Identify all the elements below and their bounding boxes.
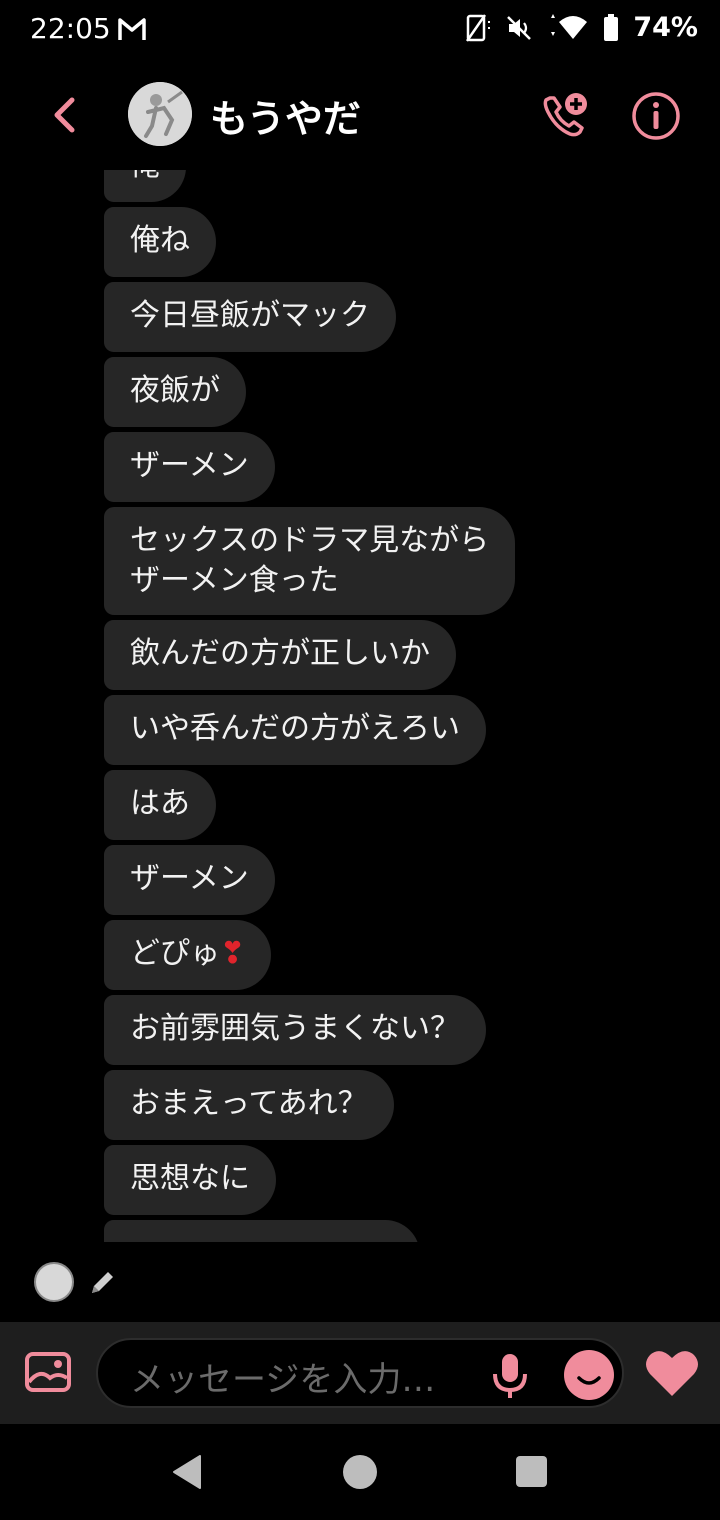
typing-avatar [34, 1262, 74, 1302]
message-bubble[interactable]: はあ [104, 770, 216, 840]
message-bubble[interactable]: ザーメン [104, 432, 275, 502]
message-bubble[interactable]: ザーメン [104, 845, 275, 915]
smile-icon [577, 1376, 601, 1385]
pencil-icon [92, 1272, 113, 1293]
heart-icon[interactable] [644, 1348, 700, 1398]
mute-icon [507, 15, 532, 40]
status-time: 22:05 [30, 12, 111, 45]
message-text: どぴゅ [130, 936, 220, 971]
message-bubble[interactable]: 今日昼飯がマック [104, 282, 396, 352]
message-bubble[interactable] [104, 1220, 420, 1242]
nav-recents-icon[interactable] [516, 1456, 547, 1487]
gallery-icon[interactable] [24, 1350, 72, 1394]
battery-percent: 74% [633, 12, 698, 43]
avatar[interactable] [128, 82, 192, 146]
nav-back-icon[interactable] [170, 1454, 204, 1490]
message-bubble[interactable]: 俺 [104, 170, 186, 202]
svg-text:4: 4 [575, 32, 581, 42]
message-bubble[interactable]: どぴゅ❣ [104, 920, 272, 990]
heart-emoji: ❣ [220, 936, 246, 971]
system-nav-bar [0, 1424, 720, 1520]
message-bubble[interactable]: 俺ね [104, 207, 216, 277]
composer: メッセージを入力… [0, 1322, 720, 1424]
mic-icon[interactable] [490, 1352, 530, 1400]
wifi-icon: 4 [551, 13, 588, 42]
typing-indicator [34, 1262, 118, 1302]
sticker-icon[interactable] [564, 1350, 614, 1400]
gmail-icon [118, 18, 146, 40]
battery-icon [604, 13, 619, 41]
nav-home-icon[interactable] [343, 1455, 377, 1489]
info-icon[interactable] [630, 90, 682, 142]
message-input[interactable]: メッセージを入力… [96, 1338, 624, 1408]
message-bubble[interactable]: 夜飯が [104, 357, 246, 427]
message-list[interactable]: 俺 俺ね 今日昼飯がマック 夜飯が ザーメン セックスのドラマ見ながら ザーメン… [0, 170, 720, 1242]
no-rotate-icon [466, 13, 491, 42]
add-call-icon[interactable] [538, 90, 590, 142]
status-bar: 22:05 4 74% [0, 0, 720, 60]
message-bubble[interactable]: お前雰囲気うまくない？ [104, 995, 486, 1065]
contact-name[interactable]: もうやだ [210, 88, 361, 143]
message-input-placeholder: メッセージを入力… [130, 1360, 436, 1400]
message-bubble[interactable]: 思想なに [104, 1145, 276, 1215]
message-bubble[interactable]: いや呑んだの方がえろい [104, 695, 486, 765]
back-icon[interactable] [42, 92, 88, 138]
message-bubble[interactable]: おまえってあれ？ [104, 1070, 394, 1140]
message-bubble[interactable]: 飲んだの方が正しいか [104, 620, 456, 690]
message-bubble[interactable]: セックスのドラマ見ながら ザーメン食った [104, 507, 516, 615]
chat-header: もうやだ [0, 60, 720, 170]
avatar-image [128, 82, 192, 146]
